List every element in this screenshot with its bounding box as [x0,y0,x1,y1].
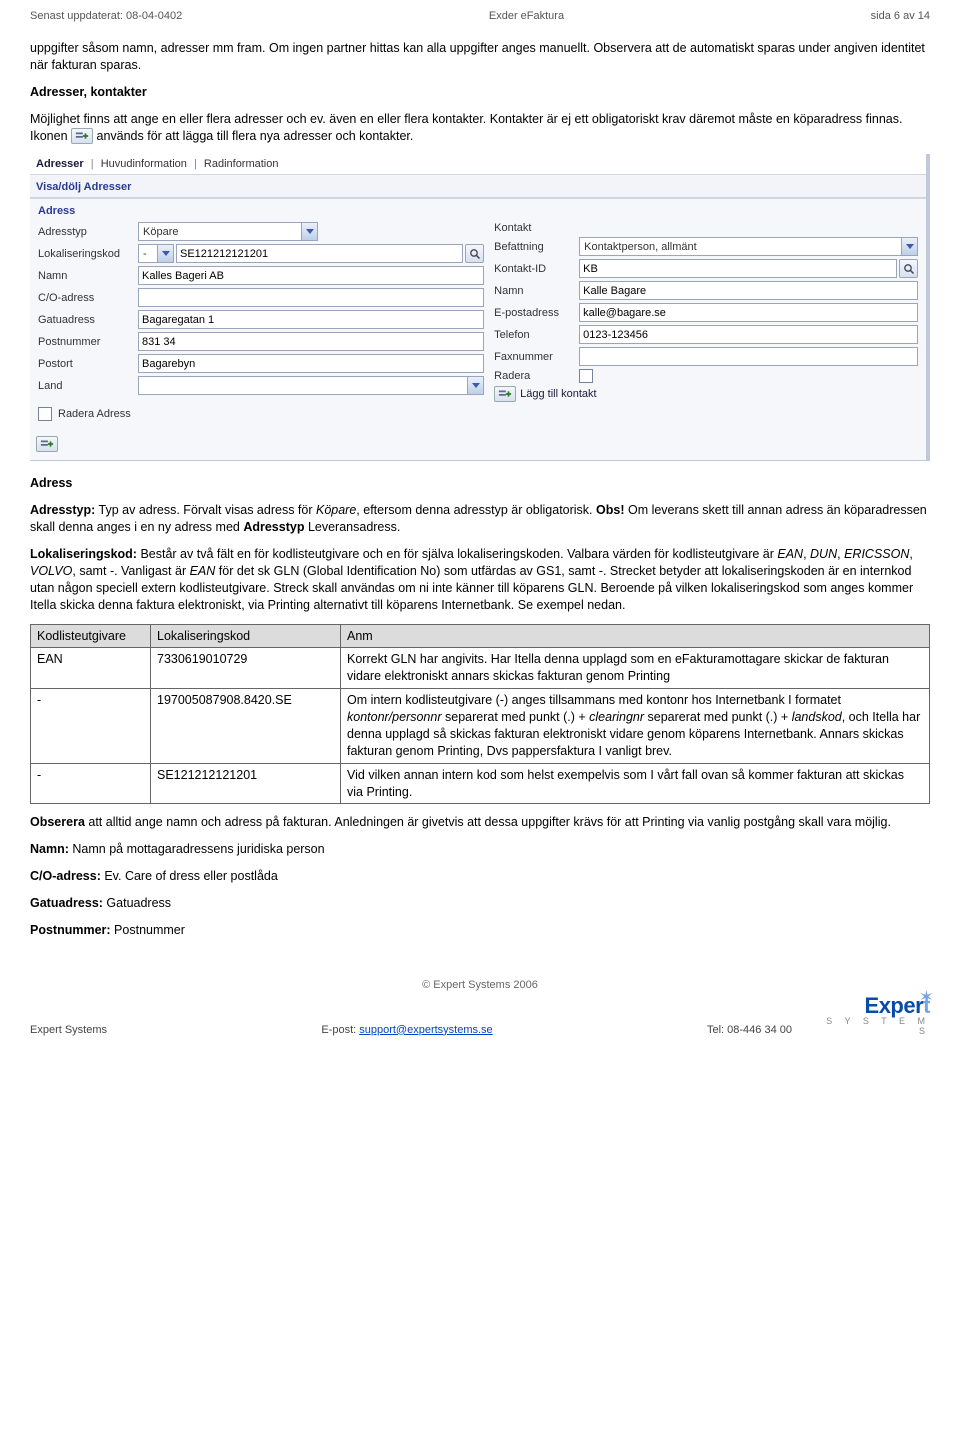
add-row-icon [71,128,93,144]
toggle-adresser[interactable]: Visa/dölj Adresser [30,175,926,199]
co-paragraph: C/O-adress: Ev. Care of dress eller post… [30,868,930,885]
lbl-namn: Namn [38,270,138,282]
page-header: Senast uppdaterat: 08-04-0402 Exder eFak… [30,0,930,30]
lbl-postort: Postort [38,358,138,370]
lbl-befattning: Befattning [494,241,579,253]
cell: Om intern kodlisteutgivare (-) anges til… [341,689,930,764]
table-header-row: Kodlisteutgivare Lokaliseringskod Anm [31,624,930,648]
input-lokaliseringskod[interactable] [176,244,463,263]
add-contact-icon[interactable] [494,386,516,402]
input-kontakt-namn[interactable] [579,281,918,300]
adress-heading: Adress [30,475,930,492]
tab-radinformation[interactable]: Radinformation [204,158,279,170]
input-epost[interactable] [579,303,918,322]
input-postort[interactable] [138,354,484,373]
th-anm: Anm [341,624,930,648]
input-gatuadress[interactable] [138,310,484,329]
lbl-adresstyp: Adresstyp [38,226,138,238]
cell: Vid vilken annan intern kod som helst ex… [341,763,930,804]
select-befattning[interactable]: Kontaktperson, allmänt [579,237,918,256]
th-lokaliseringskod: Lokaliseringskod [151,624,341,648]
lbl-postnummer: Postnummer [38,336,138,348]
expert-logo: ✶ Expert S Y S T E M S [810,993,930,1036]
input-co-adress[interactable] [138,288,484,307]
search-lokkod-icon[interactable] [465,244,484,263]
lbl-kontakt-id: Kontakt-ID [494,263,579,275]
page-footer: © Expert Systems 2006 Expert Systems E-p… [30,979,930,1036]
cell: - [31,689,151,764]
app-screenshot: Adresser | Huvudinformation | Radinforma… [30,154,930,461]
codes-table: Kodlisteutgivare Lokaliseringskod Anm EA… [30,624,930,805]
footer-center: E-post: support@expertsystems.se [321,1024,492,1036]
lbl-lokaliseringskod: Lokaliseringskod [38,248,138,260]
table-row: - SE121212121201 Vid vilken annan intern… [31,763,930,804]
lbl-epost: E-postadress [494,307,579,319]
lbl-co-adress: C/O-adress [38,292,138,304]
panel-title-adress: Adress [38,205,918,217]
namn-paragraph: Namn: Namn på mottagaradressens juridisk… [30,841,930,858]
adresser-heading: Adresser, kontakter [30,84,930,101]
select-lokkod-utgivare[interactable]: - [138,244,174,263]
adresstyp-paragraph: Adresstyp: Typ av adress. Förvalt visas … [30,502,930,536]
footer-right-wrap: Tel: 08-446 34 00 ✶ Expert S Y S T E M S [707,993,930,1036]
table-row: - 197005087908.8420.SE Om intern kodlist… [31,689,930,764]
footer-tel: Tel: 08-446 34 00 [707,1024,792,1036]
lbl-gatuadress: Gatuadress [38,314,138,326]
footer-email-link[interactable]: support@expertsystems.se [359,1024,492,1036]
add-address-icon[interactable] [36,436,58,452]
intro-paragraph: uppgifter såsom namn, adresser mm fram. … [30,40,930,74]
cell: - [31,763,151,804]
cell: SE121212121201 [151,763,341,804]
select-land[interactable] [138,376,484,395]
footer-copyright: © Expert Systems 2006 [30,979,930,991]
search-kontakt-icon[interactable] [899,259,918,278]
input-postnummer[interactable] [138,332,484,351]
star-icon: ✶ [919,987,934,1008]
table-row: EAN 7330619010729 Korrekt GLN har angivi… [31,648,930,689]
tab-adresser[interactable]: Adresser [36,158,84,170]
cell: EAN [31,648,151,689]
postnummer-paragraph: Postnummer: Postnummer [30,922,930,939]
gatuadress-paragraph: Gatuadress: Gatuadress [30,895,930,912]
checkbox-radera-adress[interactable] [38,407,52,421]
lbl-telefon: Telefon [494,329,579,341]
lbl-radera-adress: Radera Adress [58,408,131,420]
lbl-kontakt: Kontakt [494,222,579,234]
lbl-fax: Faxnummer [494,351,579,363]
input-namn[interactable] [138,266,484,285]
header-left: Senast uppdaterat: 08-04-0402 [30,10,182,22]
header-center: Exder eFaktura [489,10,564,22]
cell: 197005087908.8420.SE [151,689,341,764]
footer-left: Expert Systems [30,1024,107,1036]
adress-column: Adresstyp Köpare Lokaliseringskod - [38,219,484,424]
tabs-bar: Adresser | Huvudinformation | Radinforma… [30,154,926,175]
lbl-kontakt-namn: Namn [494,285,579,297]
kontakt-column: Kontakt Befattning Kontaktperson, allmän… [494,219,918,424]
cell: Korrekt GLN har angivits. Har Itella den… [341,648,930,689]
th-kodlisteutgivare: Kodlisteutgivare [31,624,151,648]
adresser-paragraph: Möjlighet finns att ange en eller flera … [30,111,930,145]
input-telefon[interactable] [579,325,918,344]
header-right: sida 6 av 14 [871,10,930,22]
tab-huvudinformation[interactable]: Huvudinformation [101,158,187,170]
lbl-land: Land [38,380,138,392]
lbl-radera-kontakt: Radera [494,370,579,382]
input-kontakt-id[interactable] [579,259,897,278]
add-contact-label[interactable]: Lägg till kontakt [520,388,596,400]
lokkod-paragraph: Lokaliseringskod: Består av två fält en … [30,546,930,614]
obserera-paragraph: Obserera att alltid ange namn och adress… [30,814,930,831]
select-adresstyp[interactable]: Köpare [138,222,318,241]
cell: 7330619010729 [151,648,341,689]
checkbox-radera-kontakt[interactable] [579,369,593,383]
input-fax[interactable] [579,347,918,366]
